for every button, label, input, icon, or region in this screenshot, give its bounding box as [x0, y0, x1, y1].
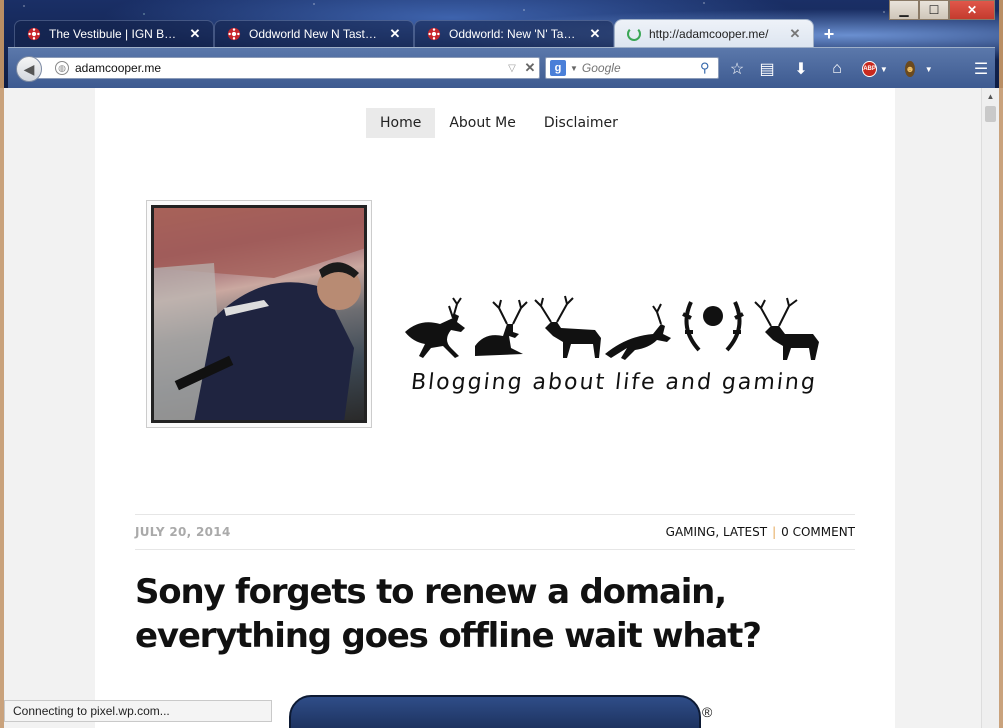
comments-link[interactable]: 0 COMMENT	[781, 525, 855, 539]
url-text: adamcooper.me	[75, 61, 162, 75]
back-button[interactable]: ◀	[16, 56, 42, 82]
post-featured-image[interactable]	[289, 695, 701, 728]
stop-loading-icon[interactable]: ✕	[521, 60, 539, 76]
browser-chrome: ▁ ☐ ✕ The Vestibule | IGN Boards ✕ Oddwo…	[0, 0, 1003, 88]
globe-icon: ◍	[55, 61, 69, 75]
category-link-latest[interactable]: LATEST	[723, 525, 767, 539]
maximize-button[interactable]: ☐	[919, 0, 949, 20]
tab-title: http://adamcooper.me/	[649, 26, 769, 41]
tab-adamcooper[interactable]: http://adamcooper.me/ ✕	[614, 19, 814, 47]
meta-separator: |	[772, 525, 777, 539]
close-window-button[interactable]: ✕	[949, 0, 995, 20]
ign-icon	[227, 27, 241, 41]
tab-title: The Vestibule | IGN Boards	[49, 27, 181, 41]
tab-oddworld-1[interactable]: Oddworld New N Tasty 8... ✕	[214, 20, 414, 47]
greasemonkey-icon: ☻	[905, 61, 915, 77]
bookmarks-list-icon[interactable]: ▤	[756, 58, 778, 80]
greasemonkey-button[interactable]: ☻ ▼	[905, 58, 933, 80]
url-bar[interactable]: ◍ adamcooper.me ▽ ✕	[30, 57, 540, 79]
window-caption-buttons: ▁ ☐ ✕	[889, 0, 995, 22]
site-tagline: Blogging about life and gaming	[409, 370, 819, 395]
close-tab-icon[interactable]: ✕	[787, 26, 803, 42]
close-tab-icon[interactable]: ✕	[587, 26, 603, 42]
navigation-toolbar: ◀ ◍ adamcooper.me ▽ ✕ g ▼ ⚲ ☆ ▤ ⬇ ⌂ ABP▼…	[8, 47, 995, 88]
page-viewport: Home About Me Disclaimer Blogging about …	[4, 88, 999, 728]
home-icon[interactable]: ⌂	[826, 58, 848, 80]
blog-page: Home About Me Disclaimer Blogging about …	[95, 88, 895, 728]
adblock-plus-icon: ABP	[862, 61, 877, 77]
registered-mark: ®	[702, 704, 713, 720]
back-arrow-icon: ◀	[23, 60, 35, 77]
menu-hamburger-icon[interactable]: ☰	[970, 58, 992, 80]
bookmark-star-icon[interactable]: ☆	[726, 58, 748, 80]
search-input[interactable]	[581, 61, 700, 75]
status-bar: Connecting to pixel.wp.com...	[4, 700, 272, 722]
ign-icon	[427, 27, 441, 41]
tab-oddworld-2[interactable]: Oddworld: New 'N' Tasty... ✕	[414, 20, 614, 47]
tab-title: Oddworld: New 'N' Tasty...	[449, 27, 581, 41]
vertical-scrollbar[interactable]: ▲	[981, 88, 999, 728]
post-title[interactable]: Sony forgets to renew a domain, everythi…	[135, 570, 865, 658]
menu-item-about-me[interactable]: About Me	[435, 108, 530, 138]
category-link-gaming[interactable]: GAMING	[666, 525, 716, 539]
search-icon[interactable]: ⚲	[700, 60, 718, 76]
minimize-button[interactable]: ▁	[889, 0, 919, 20]
tab-strip: The Vestibule | IGN Boards ✕ Oddworld Ne…	[14, 19, 840, 47]
search-bar[interactable]: g ▼ ⚲	[545, 57, 719, 79]
scroll-thumb[interactable]	[985, 106, 996, 122]
tab-ign-vestibule[interactable]: The Vestibule | IGN Boards ✕	[14, 20, 214, 47]
close-tab-icon[interactable]: ✕	[187, 26, 203, 42]
search-engine-dropdown-icon[interactable]: ▼	[570, 64, 578, 73]
menu-item-disclaimer[interactable]: Disclaimer	[530, 108, 632, 138]
post-categories: GAMING , LATEST | 0 COMMENT	[666, 525, 855, 539]
google-icon[interactable]: g	[550, 60, 566, 76]
url-history-dropdown-icon[interactable]: ▽	[503, 63, 521, 74]
ign-icon	[27, 27, 41, 41]
scroll-up-arrow-icon[interactable]: ▲	[982, 90, 999, 104]
site-menu: Home About Me Disclaimer	[366, 108, 632, 138]
post-meta: JULY 20, 2014 GAMING , LATEST | 0 COMMEN…	[135, 514, 855, 550]
downloads-icon[interactable]: ⬇	[790, 58, 812, 80]
close-tab-icon[interactable]: ✕	[387, 26, 403, 42]
new-tab-button[interactable]: +	[818, 21, 840, 47]
post-date[interactable]: JULY 20, 2014	[135, 525, 231, 539]
category-comma: ,	[715, 525, 723, 539]
adblock-plus-button[interactable]: ABP ▼	[862, 58, 888, 80]
menu-item-home[interactable]: Home	[366, 108, 436, 138]
author-photo[interactable]	[146, 200, 372, 428]
loading-spinner-icon	[627, 26, 641, 41]
tab-title: Oddworld New N Tasty 8...	[249, 27, 381, 41]
person-photo-art	[154, 208, 364, 420]
